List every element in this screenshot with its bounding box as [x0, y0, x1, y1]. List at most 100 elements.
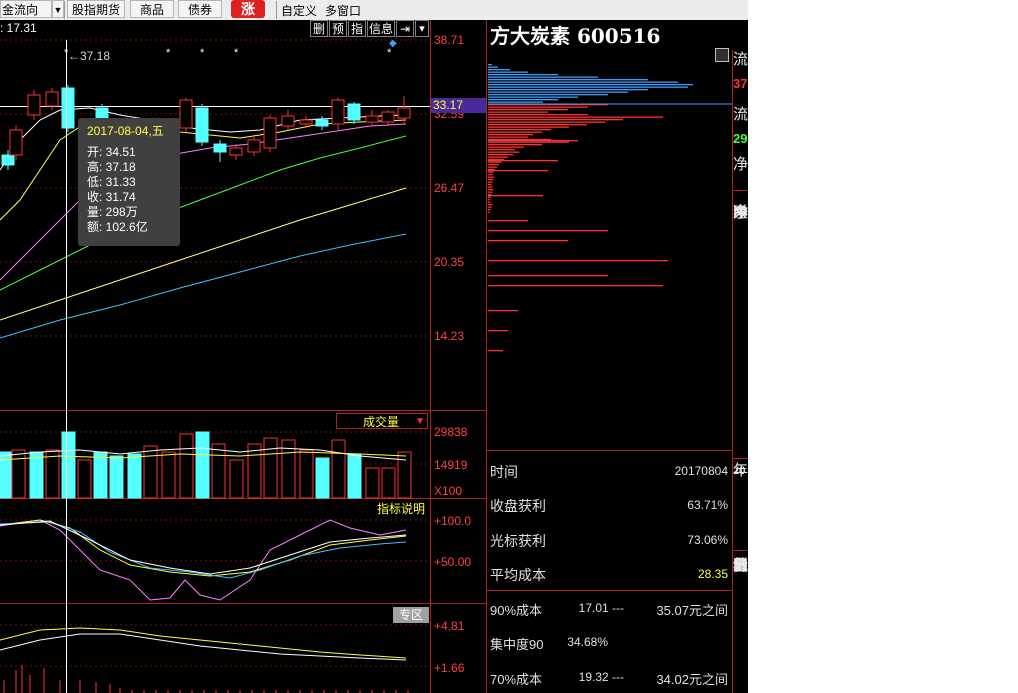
- app-logo-icon[interactable]: 涨: [231, 0, 265, 18]
- chevron-down-icon[interactable]: ▾: [415, 20, 429, 37]
- volume-unit-label: X100: [434, 484, 463, 498]
- candle-body: [347, 103, 361, 121]
- bottom-indicator: [0, 627, 409, 693]
- chip-bar: [488, 171, 494, 173]
- chip-bar: [488, 64, 492, 66]
- chip-bar: [488, 79, 648, 81]
- indicator-button[interactable]: 指: [348, 20, 366, 37]
- tooltip-volume: 量: 298万: [87, 205, 138, 219]
- toolbar-divider: [276, 1, 277, 19]
- volume-selector-label: 成交量: [363, 415, 400, 429]
- indicator-help-button[interactable]: 指标说明: [377, 502, 429, 517]
- chip-bar: [488, 156, 508, 158]
- cost90-low: 17.01 ---: [578, 601, 624, 615]
- chart-workspace: * * * * * ◆ : 17.31 删 预 指 信息 ⇥ ▾ 38.71 32.59…: [0, 20, 748, 693]
- bond-button[interactable]: 债券: [178, 0, 222, 18]
- ma-line: [0, 233, 407, 339]
- chip-bar: [488, 350, 503, 352]
- side-char: 37: [733, 76, 748, 91]
- cost70-label: 70%成本: [490, 672, 543, 687]
- chip-bar: [488, 109, 568, 111]
- chip-bar: [488, 164, 499, 166]
- side-char: 29: [733, 131, 748, 146]
- volume-bar: [109, 455, 124, 499]
- fund-flow-dropdown[interactable]: 金流向: [0, 0, 52, 18]
- side-divider: [733, 190, 748, 191]
- side-divider: [733, 458, 748, 459]
- diamond-icon: ◆: [389, 38, 397, 49]
- volume-bar: [347, 453, 362, 499]
- volume-bar: [11, 449, 26, 499]
- tooltip-open: 开: 34.51: [87, 145, 136, 159]
- info-button[interactable]: 信息: [367, 20, 395, 37]
- candle-body: [1, 154, 15, 166]
- arrow-left-icon: ←: [68, 49, 80, 63]
- settings-icon[interactable]: [715, 48, 729, 62]
- customize-link[interactable]: 自定义: [281, 2, 317, 19]
- chip-bar: [488, 141, 569, 143]
- chevron-down-icon[interactable]: ▼: [52, 0, 64, 18]
- chip-bar: [488, 121, 605, 123]
- cost70-low: 19.32 ---: [578, 670, 624, 684]
- tooltip-date: 2017-08-04,五: [87, 124, 164, 138]
- forecast-button[interactable]: 预: [329, 20, 347, 37]
- side-char: 20: [733, 465, 746, 477]
- chip-bar: [488, 186, 493, 188]
- chip-bar: [488, 91, 628, 93]
- candle-body: [331, 99, 345, 125]
- chip-bar: [488, 101, 543, 103]
- chip-bar: [488, 151, 520, 153]
- chip-bar: [488, 144, 542, 146]
- fund-flow-dropdown-label: 金流向: [2, 3, 39, 17]
- side-char: 净: [733, 156, 748, 173]
- volume-bar: [93, 451, 108, 499]
- chip-bar: [488, 204, 493, 206]
- bottom-indicator-line: [0, 633, 407, 661]
- side-char: 5: [739, 205, 746, 219]
- candle-body: [179, 99, 193, 129]
- chip-bar: [488, 129, 551, 131]
- chip-bar: [488, 166, 497, 168]
- chip-bar: [488, 230, 608, 232]
- chip-bar: [488, 201, 491, 203]
- profit-value-cursor: 73.06%: [687, 533, 728, 547]
- candle-tooltip: 2017-08-04,五 开: 34.51 高: 37.18 低: 31.33 …: [78, 118, 180, 246]
- indicator-line: [0, 519, 407, 577]
- zone-button[interactable]: 专区: [393, 607, 429, 623]
- candle-body: [381, 111, 395, 123]
- chip-bar: [488, 170, 548, 172]
- chip-bar: [488, 69, 510, 71]
- futures-button[interactable]: 股指期货: [67, 0, 125, 18]
- profit-label-time: 时间: [490, 464, 518, 480]
- cost90-label: 90%成本: [490, 603, 543, 618]
- chip-bar: [488, 146, 524, 148]
- chart-header-icons: 删 预 指 信息 ⇥ ▾: [310, 20, 429, 38]
- expand-icon[interactable]: ⇥: [396, 20, 414, 37]
- chip-bar: [488, 76, 598, 78]
- profit-label-cursor: 光标获利: [490, 533, 546, 549]
- volume-bar: [397, 451, 412, 499]
- volume-bar: [365, 467, 380, 499]
- chip-bar: [488, 111, 548, 113]
- chip-bar: [488, 260, 668, 262]
- candle-body: [61, 87, 75, 129]
- indicator-axis-label: +100.0: [434, 514, 472, 528]
- app-logo-text: 涨: [241, 1, 255, 17]
- chip-bar: [488, 196, 491, 198]
- chip-bar: [488, 71, 528, 73]
- chip-bar: [488, 119, 623, 121]
- candle-body: [247, 139, 261, 153]
- volume-indicator-selector[interactable]: 成交量 ▼: [336, 413, 428, 429]
- event-markers: * * * * *: [64, 47, 392, 59]
- svg-text:*: *: [234, 47, 239, 59]
- chip-bar: [488, 154, 514, 156]
- chip-bar: [488, 126, 569, 128]
- chip-bar: [488, 116, 663, 118]
- multi-window-link[interactable]: 多窗口: [325, 2, 361, 19]
- top-toolbar: 金流向 ▼ 股指期货 商品 债券 涨 自定义 多窗口: [0, 0, 748, 21]
- commodity-button[interactable]: 商品: [130, 0, 174, 18]
- volume-bar: [299, 449, 314, 499]
- delete-button[interactable]: 删: [310, 20, 328, 37]
- chip-bar: [488, 191, 493, 193]
- profit-value-time: 20170804: [674, 464, 728, 478]
